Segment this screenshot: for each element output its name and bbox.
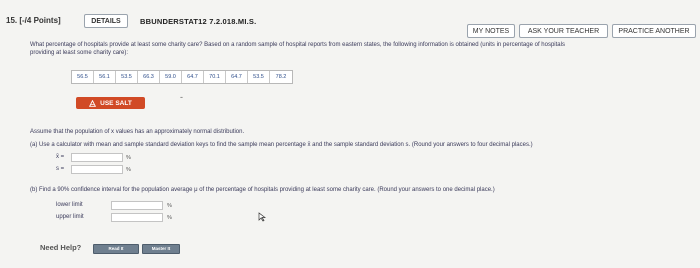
question-text-line-1: What percentage of hospitals provide at …	[30, 42, 565, 48]
need-help-label: Need Help?	[40, 243, 82, 252]
part-a-prompt: (a) Use a calculator with mean and sampl…	[30, 142, 533, 148]
s-unit: %	[126, 167, 131, 173]
question-panel: 15. [-/4 Points] DETAILS BBUNDERSTAT12 7…	[0, 0, 700, 268]
read-it-button[interactable]: Read It	[93, 244, 139, 254]
part-b-prompt: (b) Find a 90% confidence interval for t…	[30, 187, 495, 193]
upper-limit-label: upper limit	[56, 214, 84, 220]
s-label: s =	[56, 166, 65, 172]
data-cell: 70.1	[204, 71, 226, 83]
upper-limit-unit: %	[167, 215, 172, 221]
data-cell: 64.7	[226, 71, 248, 83]
lower-limit-label: lower limit	[56, 202, 83, 208]
upper-limit-input[interactable]	[111, 213, 163, 222]
xbar-label: x̄ =	[56, 154, 65, 160]
my-notes-button[interactable]: MY NOTES	[467, 24, 515, 38]
assignment-id: BBUNDERSTAT12 7.2.018.MI.S.	[140, 17, 257, 26]
use-salt-label: USE SALT	[100, 99, 132, 107]
details-button[interactable]: DETAILS	[84, 14, 128, 28]
data-table: 56.5 56.1 53.5 66.3 59.0 64.7 70.1 64.7 …	[71, 70, 293, 84]
practice-another-button[interactable]: PRACTICE ANOTHER	[612, 24, 696, 38]
data-cell: 53.5	[116, 71, 138, 83]
ask-teacher-button[interactable]: ASK YOUR TEACHER	[519, 24, 608, 38]
dash-mark: -	[180, 92, 183, 102]
master-it-button[interactable]: Master It	[142, 244, 180, 254]
lower-limit-input[interactable]	[111, 201, 163, 210]
data-cell: 56.1	[94, 71, 116, 83]
data-cell: 59.0	[160, 71, 182, 83]
data-cell: 56.5	[72, 71, 94, 83]
assumption-text: Assume that the population of x values h…	[30, 129, 245, 135]
question-text: What percentage of hospitals provide at …	[30, 42, 690, 57]
s-input[interactable]	[71, 165, 123, 174]
data-cell: 53.5	[248, 71, 270, 83]
salt-icon	[89, 99, 97, 107]
mouse-cursor-icon	[258, 212, 266, 222]
data-cell: 78.2	[275, 74, 287, 80]
lower-limit-unit: %	[167, 203, 172, 209]
data-cell: 64.7	[182, 71, 204, 83]
data-cell: 66.3	[138, 71, 160, 83]
question-number: 15. [-/4 Points]	[6, 16, 61, 25]
xbar-input[interactable]	[71, 153, 123, 162]
xbar-unit: %	[126, 155, 131, 161]
question-text-line-2: providing at least some charity care):	[30, 49, 129, 56]
use-salt-button[interactable]: USE SALT	[76, 97, 145, 109]
